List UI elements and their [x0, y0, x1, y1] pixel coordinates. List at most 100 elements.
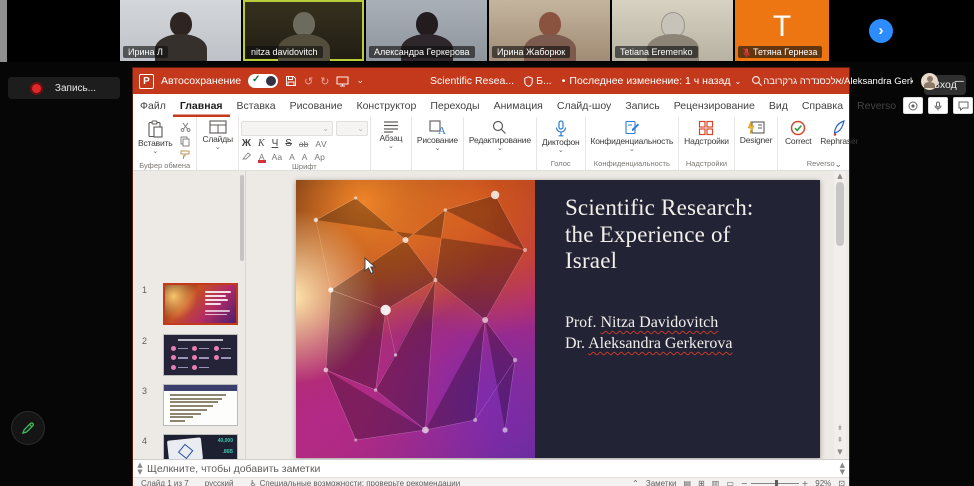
view-normal-button[interactable]: ▤: [683, 479, 691, 486]
paragraph-button[interactable]: Абзац ⌄: [373, 119, 409, 150]
search-icon[interactable]: [751, 75, 763, 87]
fit-slide-button[interactable]: ⊡: [838, 479, 845, 486]
account-name[interactable]: אלכסנדרה גרקרובה/Aleksandra Gerkerova: [763, 76, 913, 87]
avatar-tile[interactable]: T Тетяна Гернеза: [735, 0, 829, 61]
slide-authors[interactable]: Prof. Nitza Davidovitch Dr. Aleksandra G…: [565, 313, 805, 355]
tab-insert[interactable]: Вставка: [230, 94, 283, 117]
zoom-percent[interactable]: 92%: [815, 479, 831, 486]
tab-home[interactable]: Главная: [173, 94, 230, 117]
view-slide-sorter-button[interactable]: ⊞: [698, 479, 705, 486]
video-tile[interactable]: Tetiana Eremenko: [612, 0, 733, 61]
accessibility-label[interactable]: Специальные возможности: проверьте реком…: [260, 479, 461, 486]
quick-access-more-icon[interactable]: ⌄: [356, 76, 364, 86]
powerpoint-logo-icon[interactable]: P: [139, 73, 154, 89]
zoom-slider[interactable]: − +: [741, 479, 808, 486]
underline-button[interactable]: Ч: [271, 138, 280, 149]
tab-review[interactable]: Рецензирование: [667, 94, 762, 117]
slides-button[interactable]: Слайды ⌄: [199, 119, 235, 151]
tab-record[interactable]: Запись: [618, 94, 666, 117]
cut-button[interactable]: [176, 121, 194, 133]
dictate-button[interactable]: Диктофон ⌄: [539, 119, 583, 154]
tab-slideshow[interactable]: Слайд-шоу: [550, 94, 618, 117]
slide-1-thumbnail[interactable]: [163, 283, 238, 325]
next-slide-button[interactable]: ⇟: [834, 423, 846, 433]
undo-icon[interactable]: ↺: [304, 75, 313, 88]
protection-label[interactable]: Б...: [536, 75, 552, 87]
tab-file[interactable]: Файл: [133, 94, 173, 117]
recording-indicator[interactable]: Запись...: [8, 77, 120, 99]
italic-button[interactable]: К: [257, 138, 266, 149]
minimize-button[interactable]: —: [946, 68, 972, 94]
slide-2-thumbnail[interactable]: [163, 334, 238, 376]
next-videos-button[interactable]: ›: [869, 19, 893, 43]
video-tile[interactable]: Ирина Жаборюк: [489, 0, 610, 61]
redo-icon[interactable]: ↻: [320, 75, 329, 88]
strikethrough-button[interactable]: S: [284, 138, 293, 149]
tab-draw[interactable]: Рисование: [283, 94, 350, 117]
video-tile[interactable]: Ирина Л: [120, 0, 241, 61]
privacy-button[interactable]: Конфиденциальность ⌄: [588, 119, 677, 153]
text-highlight-button[interactable]: [241, 151, 253, 162]
slide-title[interactable]: Scientific Research: the Experience of I…: [565, 195, 770, 275]
text-shadow-button[interactable]: ab: [298, 139, 309, 149]
powerpoint-window: P Автосохранение ✓ ↺ ↻ ⌄ Scientific Rese…: [133, 68, 974, 486]
copy-button[interactable]: [176, 135, 194, 147]
start-presentation-icon[interactable]: [336, 76, 349, 87]
zoom-slider-knob[interactable]: [774, 480, 778, 486]
font-name-combobox[interactable]: ⌄: [240, 121, 333, 136]
scroll-up-button[interactable]: ▲: [834, 171, 846, 181]
scrollbar-thumb[interactable]: [836, 182, 844, 246]
video-tile[interactable]: Александра Геркерова: [366, 0, 487, 61]
paste-button[interactable]: Вставить ⌄: [135, 119, 175, 155]
view-reading-button[interactable]: ▥: [712, 479, 720, 486]
zoom-in-icon[interactable]: +: [802, 479, 809, 486]
video-tile-active-speaker[interactable]: nitza davidovitch: [243, 0, 364, 61]
tab-help[interactable]: Справка: [795, 94, 850, 117]
tab-view[interactable]: Вид: [762, 94, 795, 117]
account-avatar[interactable]: [921, 72, 939, 90]
notes-placeholder[interactable]: Щелкните, чтобы добавить заметки: [147, 463, 320, 475]
rephraser-button[interactable]: Rephraser: [817, 119, 861, 148]
previous-slide-button[interactable]: ⇞: [834, 435, 846, 445]
format-painter-button[interactable]: [176, 149, 194, 161]
last-modified-label[interactable]: Последнее изменение: 1 ч назад: [569, 75, 730, 87]
tab-animations[interactable]: Анимация: [487, 94, 550, 117]
tab-design[interactable]: Конструктор: [349, 94, 423, 117]
notes-toggle-label[interactable]: Заметки: [646, 479, 677, 486]
clear-formatting-button[interactable]: Ар: [313, 152, 325, 162]
notes-scroll-arrows[interactable]: ▲ ▼: [840, 461, 849, 476]
drawing-button[interactable]: A Рисование ⌄: [414, 119, 461, 152]
bold-button[interactable]: Ж: [241, 138, 252, 149]
collapse-ribbon-button[interactable]: ⌄: [834, 160, 842, 170]
grow-font-button[interactable]: А: [288, 152, 296, 162]
character-spacing-button[interactable]: АV: [314, 139, 327, 149]
zoom-out-icon[interactable]: −: [741, 479, 748, 486]
current-slide[interactable]: Scientific Research: the Experience of I…: [296, 180, 820, 458]
comments-button[interactable]: [953, 97, 974, 114]
thumbnail-scrollbar[interactable]: [240, 173, 244, 459]
save-icon[interactable]: [285, 75, 297, 87]
notes-bar[interactable]: ▲ ▼ Щелкните, чтобы добавить заметки ▲ ▼: [133, 459, 849, 477]
addins-button[interactable]: Надстройки: [681, 119, 732, 148]
slide-4-thumbnail[interactable]: 40,000 .86B Success of Israeli start-ups: [163, 434, 238, 459]
shrink-font-button[interactable]: А: [301, 152, 309, 162]
annotation-pencil-button[interactable]: [11, 411, 45, 445]
slide-3-thumbnail[interactable]: [163, 384, 238, 426]
tab-transitions[interactable]: Переходы: [423, 94, 486, 117]
slide-canvas-area[interactable]: Scientific Research: the Experience of I…: [247, 171, 833, 459]
record-button[interactable]: [903, 97, 924, 114]
editing-button[interactable]: Редактирование ⌄: [466, 119, 534, 152]
scroll-down-button[interactable]: ▼: [834, 447, 846, 457]
presenter-coach-button[interactable]: [928, 97, 949, 114]
font-size-combobox[interactable]: ⌄: [335, 121, 368, 136]
designer-button[interactable]: Designer: [737, 119, 775, 147]
change-case-button[interactable]: Аа: [271, 152, 284, 162]
tab-reverso[interactable]: Reverso: [850, 94, 903, 117]
slide-scrollbar[interactable]: ▲ ▼ ⇞ ⇟: [834, 171, 846, 459]
font-color-button[interactable]: А: [257, 152, 266, 163]
autosave-toggle[interactable]: ✓: [248, 74, 279, 88]
notes-resize-grip[interactable]: ▲ ▼: [133, 461, 147, 476]
correct-button[interactable]: Correct: [780, 119, 816, 148]
language-label[interactable]: русский: [205, 479, 234, 486]
view-slideshow-button[interactable]: ▭: [726, 479, 734, 486]
